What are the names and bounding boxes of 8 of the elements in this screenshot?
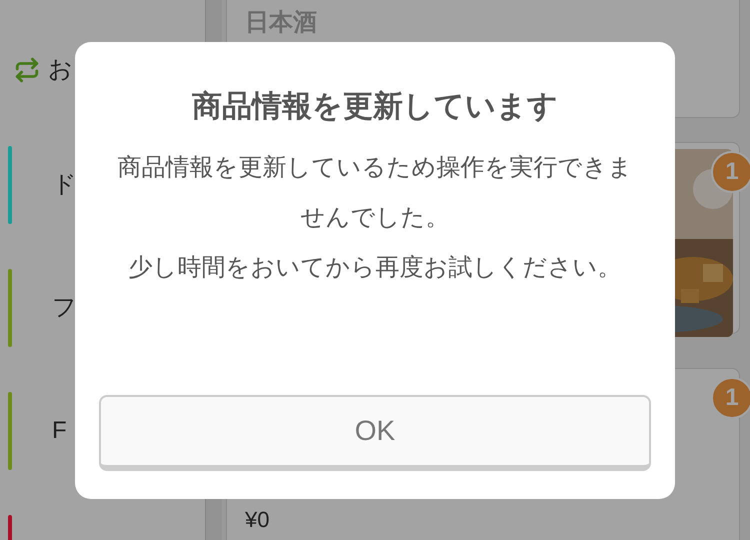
category-label: ド: [52, 170, 77, 200]
dialog-message: 商品情報を更新しているため操作を実行できませんでした。: [116, 152, 634, 232]
product-price: ¥0: [245, 507, 270, 532]
dialog-message: 少し時間をおいてから再度お試しください。: [128, 252, 622, 282]
count-badge: 1: [711, 377, 750, 419]
category-label: F: [52, 416, 67, 446]
dialog-title: 商品情報を更新しています: [192, 88, 558, 124]
category-label: フ: [52, 293, 77, 323]
